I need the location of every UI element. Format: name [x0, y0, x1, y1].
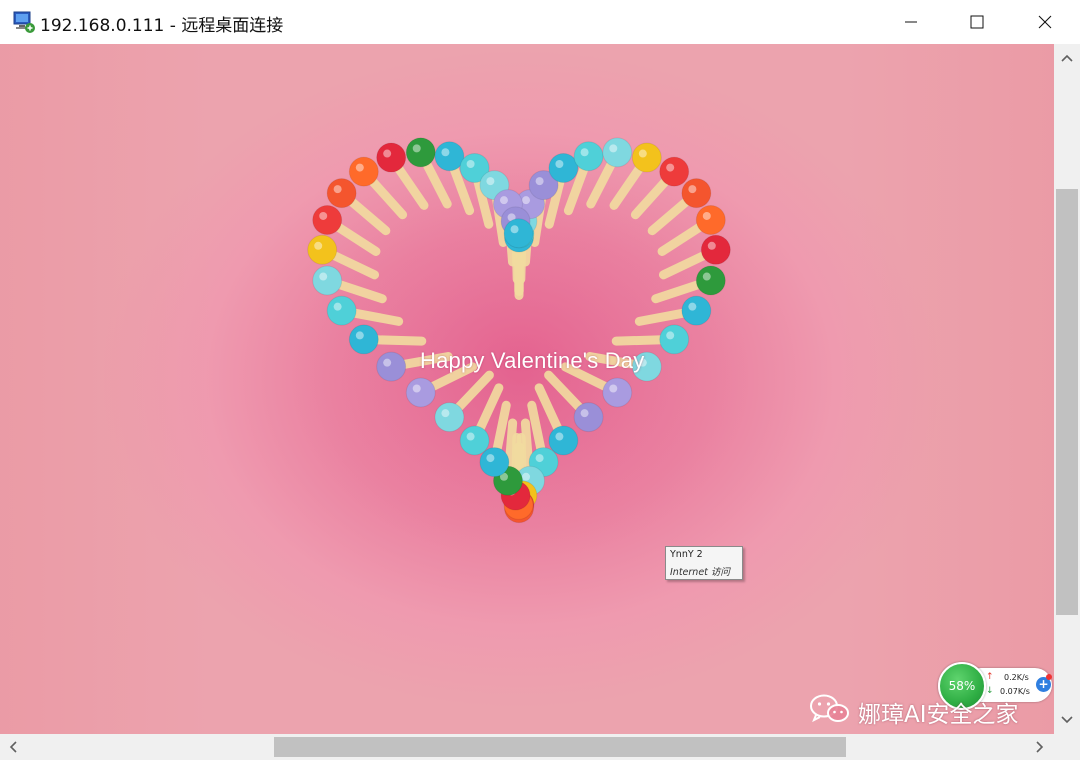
match-head	[326, 295, 357, 326]
match-head-highlight	[412, 384, 421, 393]
upload-speed: 0.2K/s	[1004, 673, 1029, 682]
match-head	[348, 324, 379, 355]
match-head-highlight	[580, 409, 589, 418]
match-head-highlight	[510, 225, 519, 234]
scroll-up-button[interactable]	[1057, 48, 1077, 68]
vertical-scroll-thumb[interactable]	[1056, 189, 1078, 615]
match-head-highlight	[666, 331, 675, 340]
match-head-highlight	[355, 331, 364, 340]
match-head-highlight	[522, 196, 531, 205]
match-head	[376, 351, 407, 382]
match-head-highlight	[319, 272, 328, 281]
minimize-button[interactable]	[878, 0, 944, 44]
match-head	[681, 178, 712, 209]
chevron-right-icon	[1036, 741, 1044, 753]
maximize-icon	[970, 15, 984, 29]
match-head	[602, 377, 633, 408]
match-head-highlight	[707, 241, 716, 250]
match-head	[405, 377, 436, 408]
match-head-highlight	[555, 159, 564, 168]
match-head-highlight	[441, 148, 450, 157]
vertical-scrollbar[interactable]	[1054, 44, 1080, 734]
watermark-text: 娜璋AI安全之家	[858, 702, 1019, 728]
match-head-highlight	[314, 241, 323, 250]
scroll-down-button[interactable]	[1057, 710, 1077, 730]
notification-dot-icon	[1046, 674, 1052, 680]
match-head	[548, 152, 579, 183]
match-head	[573, 141, 604, 172]
heart-of-matches-image	[290, 137, 750, 564]
wechat-icon	[810, 694, 849, 723]
match-head	[700, 234, 731, 265]
remote-desktop-viewport[interactable]: Happy Valentine's Day YnnY 2 Internet 访问…	[0, 44, 1054, 734]
network-tooltip: YnnY 2 Internet 访问	[665, 546, 743, 580]
scroll-right-button[interactable]	[1030, 737, 1050, 757]
match-head-highlight	[355, 163, 364, 172]
match-head-highlight	[522, 472, 531, 481]
close-button[interactable]	[1012, 0, 1078, 44]
match-head	[695, 265, 726, 296]
scroll-left-button[interactable]	[3, 737, 23, 757]
match-head-highlight	[383, 149, 392, 158]
remote-desktop-icon	[13, 11, 35, 33]
match-head-highlight	[688, 185, 697, 194]
window-title: 192.168.0.111 - 远程桌面连接	[40, 16, 284, 36]
match-head	[376, 142, 407, 173]
match-head-highlight	[319, 211, 328, 220]
match-head	[631, 142, 662, 173]
match-head-highlight	[466, 432, 475, 441]
scrollbar-corner	[1054, 734, 1080, 760]
match-head-highlight	[499, 196, 508, 205]
match-head	[602, 137, 633, 168]
match-head-highlight	[580, 148, 589, 157]
match-head-highlight	[333, 185, 342, 194]
match-head-highlight	[486, 454, 495, 463]
match-head	[307, 234, 338, 265]
chevron-up-icon	[1061, 54, 1073, 62]
match-head	[405, 137, 436, 168]
match-head-highlight	[609, 144, 618, 153]
match-head	[659, 324, 690, 355]
match-head	[503, 218, 534, 249]
match-head	[573, 402, 604, 433]
match-head	[695, 204, 726, 235]
match-head	[434, 141, 465, 172]
match-head	[434, 402, 465, 433]
match-head-highlight	[466, 159, 475, 168]
match-head-highlight	[688, 302, 697, 311]
match-head-highlight	[609, 384, 618, 393]
match-head	[312, 265, 343, 296]
horizontal-scrollbar[interactable]	[0, 734, 1054, 760]
chevron-down-icon	[1061, 716, 1073, 724]
title-bar[interactable]: 192.168.0.111 - 远程桌面连接	[0, 0, 1080, 45]
tooltip-network-status: Internet 访问	[670, 567, 730, 578]
match-head-highlight	[383, 358, 392, 367]
match-head-highlight	[666, 163, 675, 172]
maximize-button[interactable]	[944, 0, 1010, 44]
match-head-highlight	[702, 272, 711, 281]
match-head-highlight	[333, 302, 342, 311]
match-head-highlight	[486, 177, 495, 186]
match-head-highlight	[702, 211, 711, 220]
match-head	[459, 425, 490, 456]
horizontal-scroll-thumb[interactable]	[274, 737, 846, 757]
match-head	[312, 204, 343, 235]
tooltip-network-name: YnnY 2	[670, 549, 703, 560]
upload-arrow-icon: ↑	[986, 672, 994, 682]
match-head-highlight	[535, 177, 544, 186]
minimize-icon	[905, 21, 917, 23]
chevron-left-icon	[9, 741, 17, 753]
match-head-highlight	[638, 149, 647, 158]
usage-percent: 58%	[948, 679, 976, 693]
match-head	[348, 156, 379, 187]
match-head	[326, 178, 357, 209]
match-head-highlight	[412, 144, 421, 153]
match-head-highlight	[441, 409, 450, 418]
match-head-highlight	[535, 454, 544, 463]
match-head	[659, 156, 690, 187]
match-head	[681, 295, 712, 326]
close-icon	[1038, 15, 1052, 29]
match-head-highlight	[555, 432, 564, 441]
greeting-text: Happy Valentine's Day	[420, 348, 645, 373]
